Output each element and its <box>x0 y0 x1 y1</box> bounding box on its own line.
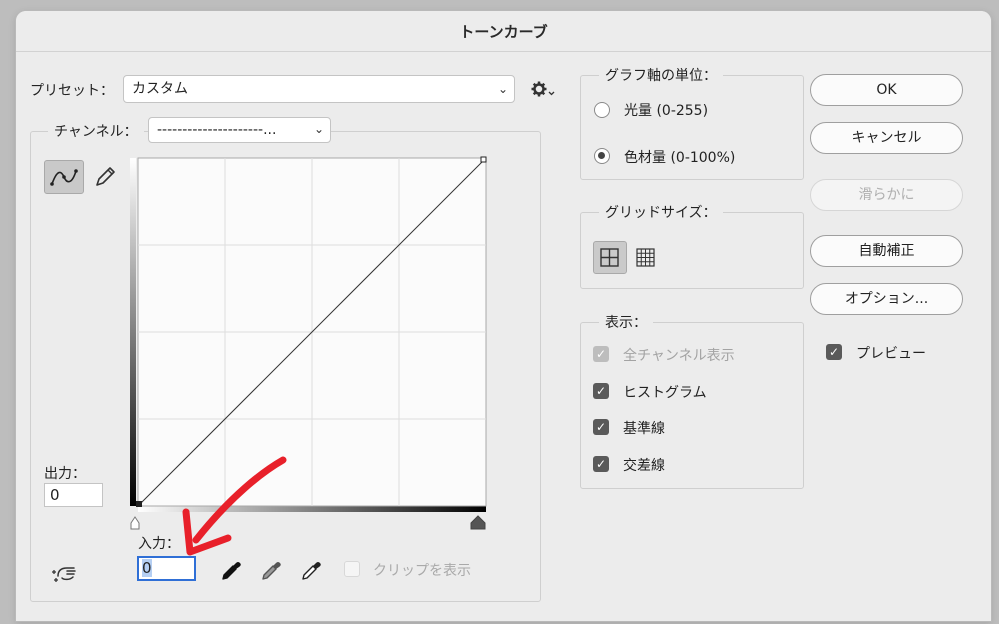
black-point-eyedropper-icon[interactable] <box>218 558 244 584</box>
grid-4x4-icon <box>600 248 619 267</box>
preset-value: カスタム <box>132 81 188 97</box>
graph-unit-legend: グラフ軸の単位： <box>599 65 723 85</box>
chevron-down-icon: ⌄ <box>497 82 508 96</box>
all-channels-label: 全チャンネル表示 <box>623 348 735 364</box>
grid-fine-button[interactable] <box>633 245 659 271</box>
input-field-value: 0 <box>142 559 152 577</box>
curve-point-icon <box>50 169 78 186</box>
ok-button[interactable]: OK <box>810 74 963 106</box>
intersection-line-label: 交差線 <box>623 458 665 474</box>
histogram-label: ヒストグラム <box>623 385 707 401</box>
window-title: トーンカーブ <box>459 23 548 41</box>
grid-size-legend: グリッドサイズ： <box>599 202 723 222</box>
preset-label: プリセット： <box>30 83 114 99</box>
channel-label: チャンネル： <box>48 121 144 141</box>
baseline-checkbox[interactable]: ✓ <box>593 419 609 435</box>
curve-point-tool-button[interactable] <box>44 160 84 194</box>
grid-10x10-icon <box>636 248 655 267</box>
unit-light-label: 光量 (0-255) <box>624 103 709 119</box>
output-label: 出力： <box>44 466 86 482</box>
preview-label: プレビュー <box>856 346 926 362</box>
pencil-tool-button[interactable] <box>90 162 120 192</box>
baseline-label: 基準線 <box>623 421 665 437</box>
white-slider-icon <box>130 516 140 530</box>
options-button[interactable]: オプション... <box>810 283 963 315</box>
smooth-button[interactable]: 滑らかに <box>810 179 963 211</box>
cancel-button[interactable]: キャンセル <box>810 122 963 154</box>
display-legend: 表示： <box>599 312 653 332</box>
input-label: 入力： <box>138 536 180 552</box>
white-point-eyedropper-icon[interactable] <box>298 558 324 584</box>
clip-label: クリップを表示 <box>373 563 471 579</box>
output-field[interactable]: 0 <box>44 483 103 507</box>
preview-checkbox[interactable]: ✓ <box>826 344 842 360</box>
grid-coarse-button[interactable] <box>593 241 627 274</box>
preset-select[interactable]: カスタム ⌄ <box>123 75 515 103</box>
clip-checkbox[interactable] <box>344 561 360 577</box>
on-image-adjust-icon[interactable] <box>50 560 80 586</box>
curve-graph[interactable] <box>128 155 490 530</box>
unit-pigment-label: 色材量 (0-100%) <box>624 150 736 166</box>
gray-point-eyedropper-icon[interactable] <box>258 558 284 584</box>
intersection-line-checkbox[interactable]: ✓ <box>593 456 609 472</box>
histogram-checkbox[interactable]: ✓ <box>593 383 609 399</box>
channel-select[interactable]: ---------------------... ⌄ <box>148 117 331 143</box>
unit-pigment-radio[interactable] <box>594 148 610 164</box>
black-slider-icon <box>470 515 486 530</box>
pencil-icon <box>96 167 115 186</box>
unit-light-radio[interactable] <box>594 102 610 118</box>
all-channels-checkbox[interactable]: ✓ <box>593 346 609 362</box>
channel-value: ---------------------... <box>157 122 277 138</box>
auto-button[interactable]: 自動補正 <box>810 235 963 267</box>
title-bar: トーンカーブ <box>16 11 991 52</box>
gear-icon[interactable] <box>530 80 556 100</box>
chevron-down-icon: ⌄ <box>313 122 324 136</box>
input-field[interactable]: 0 <box>137 556 196 581</box>
